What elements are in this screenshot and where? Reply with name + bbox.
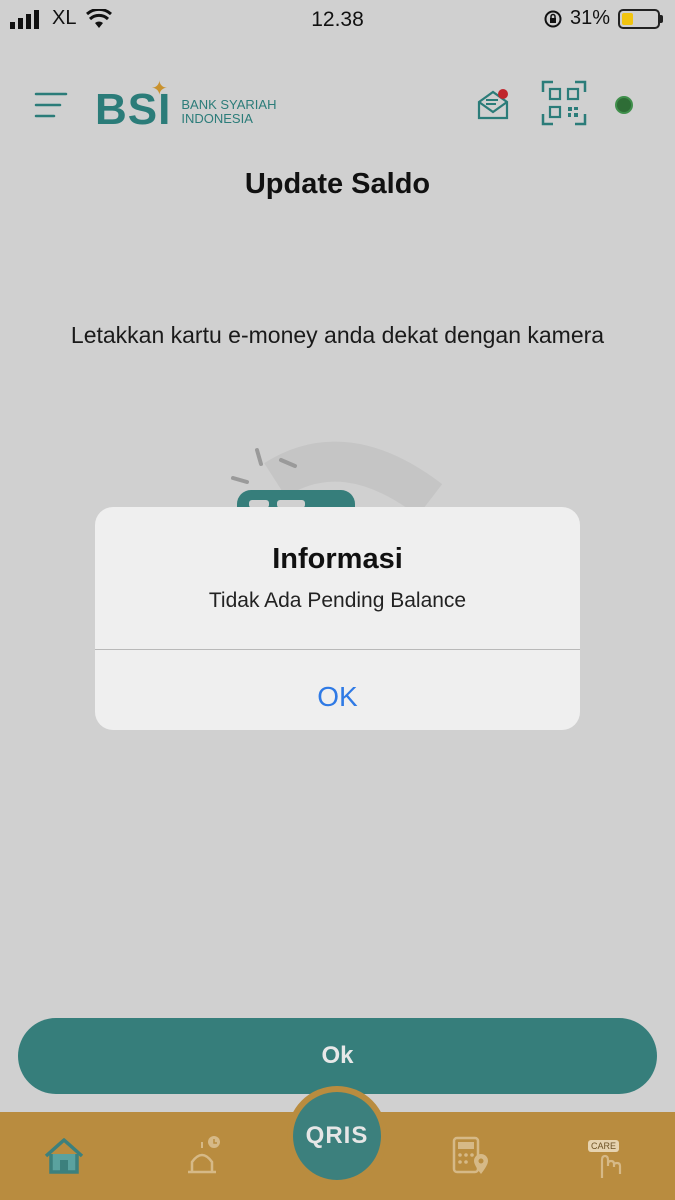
mosque-icon[interactable] [180, 1134, 224, 1178]
logo-star-icon: ✦ [151, 78, 168, 100]
status-dot [615, 96, 633, 114]
status-bar: XL 12.38 31% [0, 0, 675, 40]
care-icon[interactable]: CARE [586, 1134, 630, 1178]
battery-fill [622, 12, 633, 25]
mail-icon[interactable] [476, 88, 510, 122]
bsi-logo: BSI ✦ BANK SYARIAH INDONESIA [95, 78, 277, 134]
instruction-text: Letakkan kartu e-money anda dekat dengan… [70, 322, 605, 348]
qris-label: QRIS [293, 1092, 381, 1180]
page-title: Update Saldo [244, 168, 431, 200]
dialog-ok-button[interactable]: OK [95, 650, 580, 730]
status-right: 31% [544, 7, 663, 30]
battery-percent: 31% [569, 7, 610, 29]
app-header: BSI ✦ BANK SYARIAH INDONESIA [0, 70, 675, 140]
logo-subtitle: BANK SYARIAH INDONESIA [181, 97, 277, 126]
rotation-lock-icon [544, 10, 562, 27]
home-icon[interactable] [42, 1134, 86, 1178]
qr-scan-icon[interactable] [541, 80, 587, 126]
hand-pointer-icon [600, 1154, 622, 1178]
dialog-message: Tidak Ada Pending Balance [208, 589, 467, 612]
qris-button[interactable]: QRIS [287, 1086, 387, 1186]
ok-button[interactable]: Ok [18, 1018, 657, 1094]
menu-icon[interactable] [34, 90, 68, 120]
alert-dialog: Informasi Tidak Ada Pending Balance OK [95, 507, 580, 730]
dialog-title: Informasi [272, 543, 403, 575]
calculator-location-icon[interactable] [448, 1134, 492, 1178]
battery-icon [618, 8, 663, 29]
